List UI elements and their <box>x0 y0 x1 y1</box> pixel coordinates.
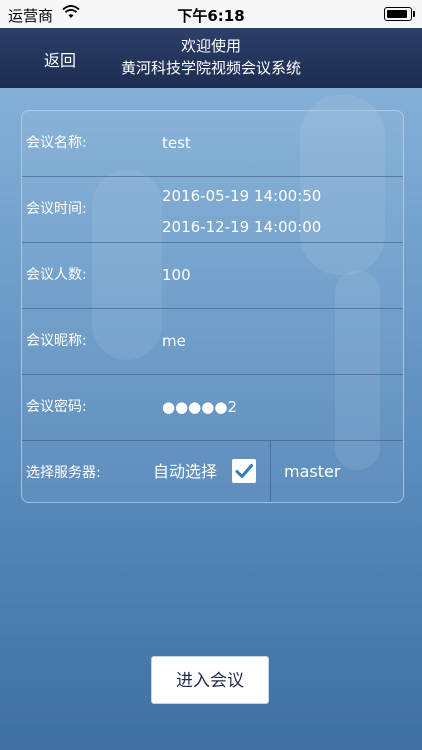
auto-select-checkbox[interactable] <box>232 459 256 483</box>
nickname-row: 会议昵称: me <box>22 309 403 375</box>
password-row: 会议密码: ●●●●●2 <box>22 375 403 441</box>
title-line-2: 黄河科技学院视频会议系统 <box>120 59 301 77</box>
meeting-count-value[interactable]: 100 <box>162 243 191 308</box>
status-bar: 运营商 下午6:18 <box>0 0 422 28</box>
checkmark-icon <box>235 464 253 478</box>
meeting-count-label: 会议人数: <box>26 267 87 283</box>
server-row: 选择服务器: 自动选择 master <box>22 441 403 502</box>
meeting-name-row: 会议名称: test <box>22 111 403 177</box>
meeting-form: 会议名称: test 会议时间: 2016-05-19 14:00:50 201… <box>21 110 404 503</box>
navigation-bar: 返回 欢迎使用 黄河科技学院视频会议系统 <box>0 28 422 88</box>
meeting-end-time[interactable]: 2016-12-19 14:00:00 <box>162 216 321 238</box>
page-title: 欢迎使用 黄河科技学院视频会议系统 <box>100 35 322 79</box>
meeting-name-label: 会议名称: <box>26 135 87 151</box>
server-divider <box>270 441 271 502</box>
enter-meeting-button[interactable]: 进入会议 <box>151 656 269 704</box>
title-line-1: 欢迎使用 <box>180 37 241 55</box>
meeting-name-value[interactable]: test <box>162 111 191 176</box>
meeting-count-row: 会议人数: 100 <box>22 243 403 309</box>
meeting-start-time[interactable]: 2016-05-19 14:00:50 <box>162 185 321 207</box>
server-label: 选择服务器: <box>26 465 101 481</box>
password-field[interactable]: ●●●●●2 <box>162 375 237 440</box>
password-label: 会议密码: <box>26 399 87 415</box>
back-button[interactable]: 返回 <box>44 47 76 71</box>
meeting-time-row: 会议时间: 2016-05-19 14:00:50 2016-12-19 14:… <box>22 177 403 243</box>
nickname-label: 会议昵称: <box>26 333 87 349</box>
server-name[interactable]: master <box>284 441 340 502</box>
nickname-field[interactable]: me <box>162 309 186 374</box>
auto-select-label: 自动选择 <box>153 462 218 481</box>
meeting-time-label: 会议时间: <box>26 201 87 217</box>
battery-icon <box>384 7 415 21</box>
status-time: 下午6:18 <box>177 7 245 25</box>
